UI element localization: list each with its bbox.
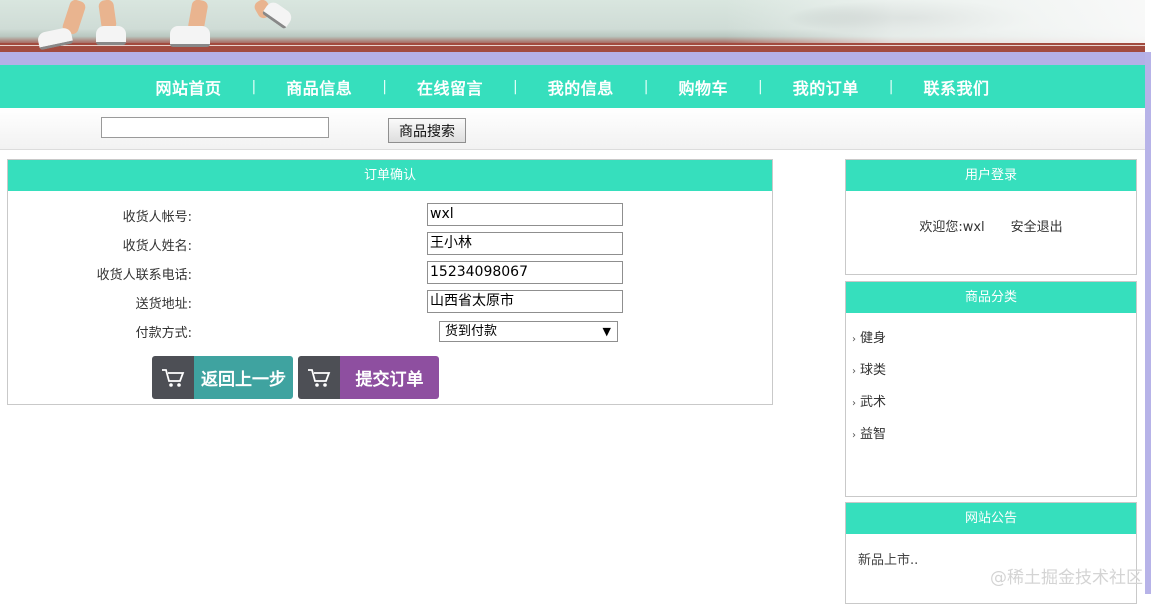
category-label: 健身 [860,331,887,346]
chevron-right-icon: › [852,430,856,441]
notice-panel-title: 网站公告 [846,503,1136,534]
account-field[interactable]: wxl [427,203,623,226]
category-label: 球类 [860,363,887,378]
nav-item-home[interactable]: 网站首页 [126,75,252,99]
category-panel-title: 商品分类 [846,282,1136,313]
dropdown-arrow-icon: ▼ [602,325,611,338]
form-row-account: 收货人帐号: wxl [8,203,772,227]
login-panel-title: 用户登录 [846,160,1136,191]
form-row-name: 收货人姓名: 王小林 [8,232,772,256]
form-row-phone: 收货人联系电话: 15234098067 [8,261,772,285]
user-login-panel: 用户登录 欢迎您:wxl 安全退出 [845,159,1137,275]
header-banner [0,0,1145,52]
payment-selected-value: 货到付款 [445,324,498,339]
nav-topline [0,52,1145,65]
nav-item-products[interactable]: 商品信息 [256,75,382,99]
order-panel-title: 订单确认 [8,160,772,191]
product-category-panel: 商品分类 › 健身 › 球类 › 武术 › 益智 [845,281,1137,497]
page-edge-strip [1145,52,1151,594]
search-bar: 商品搜索 [0,108,1145,150]
site-notice-panel: 网站公告 新品上市.. [845,502,1137,604]
category-list: › 健身 › 球类 › 武术 › 益智 [852,327,886,455]
nav-item-contact[interactable]: 联系我们 [893,75,1019,99]
category-item[interactable]: › 武术 [852,391,886,423]
name-field[interactable]: 王小林 [427,232,623,255]
phone-field[interactable]: 15234098067 [427,261,623,284]
account-label: 收货人帐号: [122,210,192,225]
cart-icon [298,356,340,399]
watermark: @稀土掘金技术社区 [990,568,1143,588]
category-item[interactable]: › 健身 [852,327,886,359]
cart-icon [152,356,194,399]
notice-item[interactable]: 新品上市.. [858,549,918,568]
address-field[interactable]: 山西省太原市 [427,290,623,313]
logout-link[interactable]: 安全退出 [1011,220,1063,235]
category-label: 益智 [860,427,887,442]
nav-item-my-info[interactable]: 我的信息 [518,75,644,99]
main-nav: 网站首页 | 商品信息 | 在线留言 | 我的信息 | 购物车 | 我的订单 |… [0,65,1145,108]
back-button[interactable]: 返回上一步 [152,356,293,399]
login-status: 欢迎您:wxl 安全退出 [846,216,1136,235]
address-label: 送货地址: [135,297,192,312]
phone-label: 收货人联系电话: [96,268,192,283]
form-row-address: 送货地址: 山西省太原市 [8,290,772,314]
name-label: 收货人姓名: [122,239,192,254]
chevron-right-icon: › [852,366,856,377]
chevron-right-icon: › [852,398,856,409]
nav-item-cart[interactable]: 购物车 [648,75,758,99]
payment-select[interactable]: 货到付款 ▼ [439,321,618,342]
nav-item-my-orders[interactable]: 我的订单 [763,75,889,99]
banner-runner-left [30,0,150,52]
order-confirm-panel: 订单确认 收货人帐号: wxl 收货人姓名: 王小林 收货人联系电话: 1523… [7,159,773,405]
username: wxl [962,220,985,235]
category-item[interactable]: › 益智 [852,423,886,455]
back-button-label: 返回上一步 [194,356,293,399]
form-row-payment: 付款方式: 货到付款 ▼ [8,319,772,343]
payment-label: 付款方式: [135,326,192,341]
welcome-text: 欢迎您: [919,220,963,235]
search-button[interactable]: 商品搜索 [388,118,466,143]
chevron-right-icon: › [852,334,856,345]
submit-order-button[interactable]: 提交订单 [298,356,439,399]
submit-order-label: 提交订单 [340,356,439,399]
search-input[interactable] [101,117,329,138]
nav-item-messages[interactable]: 在线留言 [387,75,513,99]
category-label: 武术 [860,395,887,410]
banner-runner-right [160,0,300,52]
category-item[interactable]: › 球类 [852,359,886,391]
